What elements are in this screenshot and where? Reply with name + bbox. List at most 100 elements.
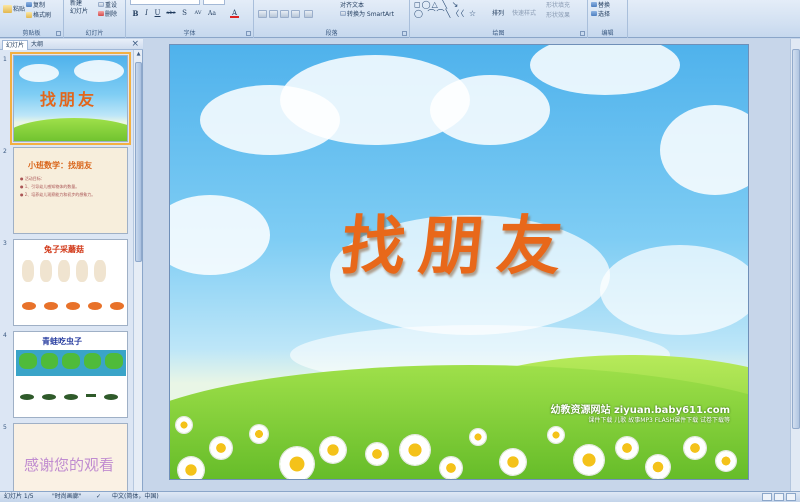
slide-editor: 找朋友 幼教资源网站 ziyuan.baby611.com 课件下载 儿歌 故事… [144, 39, 800, 491]
slides-group: 新建 幻灯片 重设 删除 幻灯片 [64, 0, 126, 38]
replace-icon [591, 2, 597, 7]
thumb-title: 小班数学：找朋友 [28, 161, 92, 170]
current-slide[interactable]: 找朋友 幼教资源网站 ziyuan.baby611.com 课件下载 儿歌 故事… [169, 44, 749, 480]
tab-slides[interactable]: 幻灯片 [2, 40, 29, 50]
clipboard-launcher[interactable] [56, 31, 61, 36]
copy-button[interactable]: 复制 [26, 0, 45, 9]
tab-outline[interactable]: 大纲 [28, 40, 46, 50]
new-slide-label: 新建 [70, 0, 83, 7]
thumbnail-scrollbar[interactable]: ▲ [133, 50, 142, 491]
cloud [74, 60, 124, 82]
daisy-flower [548, 427, 564, 443]
smartart-icon [340, 11, 346, 16]
cloud [19, 64, 59, 82]
arrange-button[interactable]: 排列 [492, 8, 504, 17]
editing-group: 替换 选择 编辑 [588, 0, 628, 38]
scroll-up-icon[interactable]: ▲ [135, 51, 142, 59]
shapes-gallery-row2[interactable]: ◯ ⌒⌒╲〈〈 ☆ [414, 8, 477, 19]
italic-button[interactable]: I [142, 9, 151, 18]
daisy-flower [280, 447, 314, 479]
align-text-label: 对齐文本 [340, 2, 365, 9]
strikethrough-button[interactable]: abe [164, 9, 178, 18]
char-spacing-button[interactable]: AV [192, 9, 204, 18]
select-button[interactable]: 选择 [591, 9, 610, 18]
paragraph-launcher[interactable] [402, 31, 407, 36]
arrange-label: 排列 [492, 10, 505, 17]
editor-scrollbar[interactable] [790, 39, 800, 491]
editing-group-label: 编辑 [601, 30, 614, 37]
thumb-grass [14, 118, 127, 141]
delete-slide-button[interactable]: 删除 [98, 9, 117, 18]
editor-scrollbar-thumb[interactable] [792, 49, 800, 429]
thumb-number: 2 [3, 148, 7, 155]
smartart-button[interactable]: 转换为 SmartArt [340, 9, 394, 18]
slide-count: 幻灯片 1/5 [4, 493, 34, 500]
shape-effects-label: 形状效果 [546, 12, 571, 19]
thumb-line: ● 活动目标： [20, 176, 45, 181]
daisy-flower [320, 437, 346, 463]
quick-styles-label: 快速样式 [512, 10, 537, 17]
shadow-button[interactable]: S [180, 9, 189, 18]
justify-icon[interactable] [291, 10, 300, 18]
shape-fill-label: 形状填充 [546, 2, 571, 9]
align-left-icon[interactable] [258, 10, 267, 18]
rabbit-row [22, 260, 122, 284]
align-right-icon[interactable] [280, 10, 289, 18]
language-indicator[interactable]: 中文(简体，中国) [112, 492, 159, 502]
drawing-launcher[interactable] [580, 31, 585, 36]
slide-sorter-button[interactable] [774, 493, 784, 501]
daisy-flower [470, 429, 486, 445]
align-center-icon[interactable] [269, 10, 278, 18]
paragraph-group-label: 段落 [325, 30, 338, 37]
cloud [430, 75, 550, 145]
align-text-button[interactable]: 对齐文本 [340, 0, 364, 9]
daisy-flower [366, 443, 388, 465]
thumb-line: ● 2、培养幼儿观察能力和初步的想象力。 [20, 192, 96, 197]
daisy-flower [500, 449, 526, 475]
slide-thumbnail-1[interactable]: 找朋友 [10, 52, 131, 145]
daisy-flower [616, 437, 638, 459]
font-size-field[interactable] [203, 0, 225, 5]
paste-button[interactable]: 粘贴 [3, 4, 25, 13]
close-icon[interactable]: × [131, 39, 139, 50]
layout-button[interactable]: 重设 [98, 0, 117, 9]
daisy-flower [176, 417, 192, 433]
shape-fill-button[interactable]: 形状填充 [546, 0, 570, 9]
thumbnail-list: 1 找朋友 2 小班数学：找朋友 ● 活动目标： ● 1、引导幼儿感知物体的数量… [0, 50, 133, 491]
normal-view-button[interactable] [762, 493, 772, 501]
delete-icon [98, 11, 104, 16]
font-name-field[interactable] [130, 0, 200, 5]
slide-thumbnail-4[interactable]: 青蛙吃虫子 [13, 331, 128, 418]
slide-title[interactable]: 找朋友 [170, 195, 748, 287]
slide-thumbnail-5[interactable]: 感谢您的观看 [13, 423, 128, 491]
daisy-flower [250, 425, 268, 443]
spellcheck-icon[interactable]: ✓ [96, 492, 101, 502]
select-label: 选择 [598, 11, 611, 18]
font-launcher[interactable] [246, 31, 251, 36]
change-case-button[interactable]: Aa [206, 9, 218, 18]
paragraph-group: 对齐文本 转换为 SmartArt 段落 [254, 0, 410, 38]
new-slide-button[interactable]: 新建 幻灯片 [70, 0, 88, 15]
shape-effects-button[interactable]: 形状效果 [546, 10, 570, 19]
daisy-flower [574, 445, 604, 475]
slide-thumbnail-3[interactable]: 兔子采蘑菇 [13, 239, 128, 326]
font-color-button[interactable]: A [230, 9, 239, 18]
quick-styles-button[interactable]: 快速样式 [512, 8, 536, 17]
columns-icon[interactable] [304, 10, 313, 18]
scrollbar-thumb[interactable] [135, 62, 142, 262]
underline-button[interactable]: U [153, 9, 162, 18]
format-painter-button[interactable]: 格式刷 [26, 10, 51, 19]
replace-button[interactable]: 替换 [591, 0, 610, 9]
thumb-title: 找朋友 [40, 90, 98, 109]
copy-label: 复制 [33, 2, 46, 9]
watermark-site: 幼教资源网站 ziyuan.baby611.com [550, 405, 730, 416]
bold-button[interactable]: B [131, 9, 140, 18]
thumb-number: 1 [3, 56, 7, 63]
daisy-flower [400, 435, 430, 465]
drawing-group-label: 绘图 [492, 30, 505, 37]
paste-label: 粘贴 [13, 6, 26, 13]
font-group: B I U abe S AV Aa A 字体 [126, 0, 254, 38]
frog-row [16, 350, 126, 376]
slideshow-button[interactable] [786, 493, 796, 501]
slide-thumbnail-2[interactable]: 小班数学：找朋友 ● 活动目标： ● 1、引导幼儿感知物体的数量。 ● 2、培养… [13, 147, 128, 234]
